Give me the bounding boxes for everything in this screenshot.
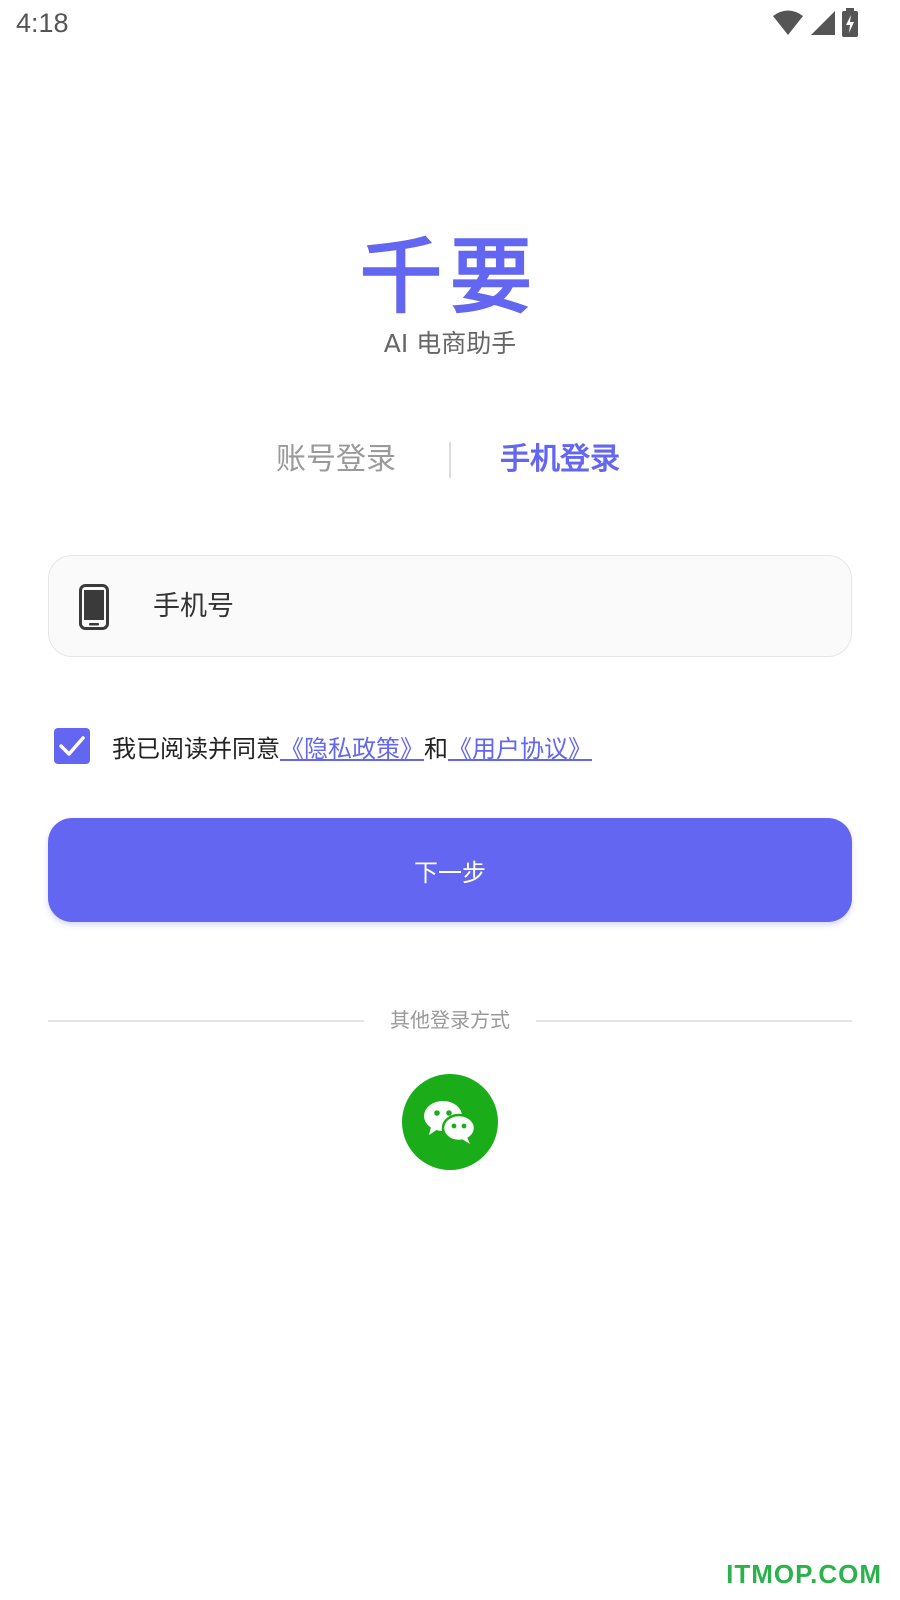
watermark: ITMOP.COM bbox=[726, 1559, 882, 1589]
app-title: 千要 bbox=[359, 230, 540, 325]
smartphone-icon bbox=[79, 584, 109, 630]
wechat-icon bbox=[424, 1101, 477, 1144]
status-time: 4:18 bbox=[16, 8, 69, 38]
agreement-conjunction: 和 bbox=[424, 734, 448, 763]
cellular-signal-icon bbox=[811, 11, 835, 35]
tab-phone-login[interactable]: 手机登录 bbox=[500, 438, 620, 482]
tab-divider bbox=[449, 442, 451, 478]
tab-account-login[interactable]: 账号登录 bbox=[276, 438, 396, 482]
other-login-divider: 其他登录方式 bbox=[48, 1005, 852, 1035]
divider-line-right bbox=[536, 1020, 852, 1022]
privacy-policy-link[interactable]: 《隐私政策》 bbox=[280, 729, 424, 764]
agreement-text: 我已阅读并同意 《隐私政策》和《用户协议》 bbox=[112, 729, 592, 764]
agreement-row: 我已阅读并同意 《隐私政策》和《用户协议》 bbox=[54, 728, 592, 764]
agreement-checkbox[interactable] bbox=[54, 728, 90, 764]
user-agreement-link[interactable]: 《用户协议》 bbox=[448, 729, 592, 764]
battery-charging-icon bbox=[842, 8, 858, 37]
app-subtitle: AI 电商助手 bbox=[383, 329, 517, 358]
agreement-prefix: 我已阅读并同意 bbox=[112, 734, 280, 763]
wechat-login-button[interactable] bbox=[402, 1074, 498, 1170]
checkmark-icon bbox=[59, 736, 85, 756]
phone-input[interactable] bbox=[153, 574, 813, 638]
phone-field[interactable] bbox=[48, 555, 852, 657]
login-tabs: 账号登录 手机登录 bbox=[0, 438, 900, 488]
next-button[interactable]: 下一步 bbox=[48, 818, 852, 922]
status-icons bbox=[772, 8, 860, 38]
wifi-icon bbox=[773, 10, 803, 35]
status-bar: 4:18 bbox=[0, 0, 900, 50]
